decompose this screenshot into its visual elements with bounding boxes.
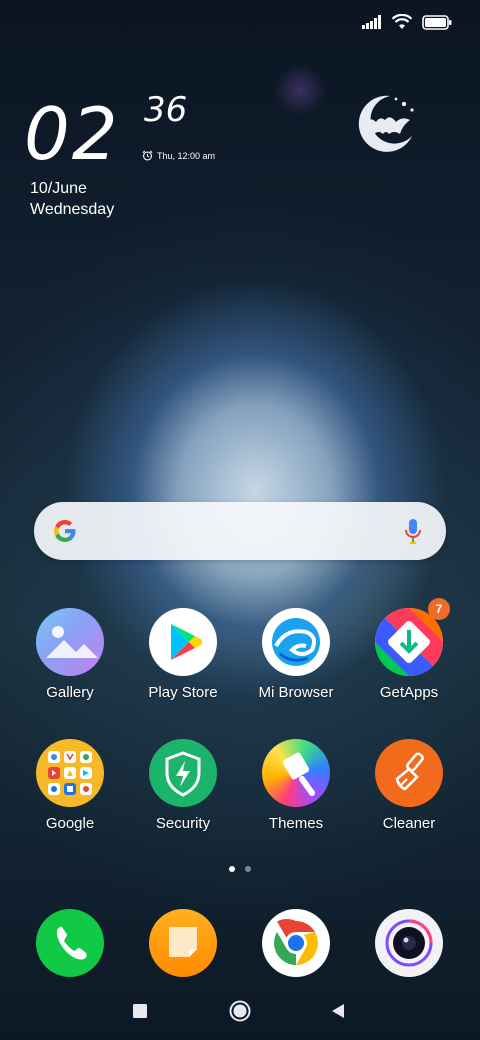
app-getapps[interactable]: GetApps <box>354 608 464 701</box>
themes-icon <box>262 739 330 807</box>
moon-bat-icon <box>358 95 414 152</box>
phone-icon <box>36 909 104 977</box>
circle-icon[interactable] <box>229 1000 251 1022</box>
app-google-folder[interactable]: Google <box>15 739 125 832</box>
app-themes[interactable]: Themes <box>241 739 351 832</box>
battery-icon <box>422 14 452 30</box>
dock-messaging[interactable] <box>128 909 238 977</box>
app-label: Mi Browser <box>258 684 334 701</box>
cleaner-icon <box>375 739 443 807</box>
navigation-bar <box>0 996 480 1026</box>
google-search-bar[interactable] <box>34 502 446 560</box>
alarm-icon <box>142 150 153 161</box>
security-icon <box>149 739 217 807</box>
clock-minutes: 36 <box>144 90 188 130</box>
play-store-icon <box>149 608 217 676</box>
page-dot-active[interactable] <box>229 866 235 872</box>
app-label: GetApps <box>379 684 439 701</box>
mi-browser-icon <box>262 608 330 676</box>
gallery-icon <box>36 608 104 676</box>
weather-widget[interactable] <box>352 90 418 161</box>
page-indicator <box>0 866 480 872</box>
square-icon[interactable] <box>133 1004 147 1018</box>
app-security[interactable]: Security <box>128 739 238 832</box>
google-g-icon <box>54 520 76 542</box>
status-bar <box>362 14 452 30</box>
page-dot[interactable] <box>245 866 251 872</box>
app-label: Gallery <box>46 684 94 701</box>
chrome-icon <box>262 909 330 977</box>
app-cleaner[interactable]: Cleaner <box>354 739 464 832</box>
app-label: Themes <box>268 815 324 832</box>
triangle-icon[interactable] <box>330 1003 346 1019</box>
dock-chrome[interactable] <box>241 909 351 977</box>
app-label: Play Store <box>148 684 218 701</box>
dock-camera[interactable] <box>354 909 464 977</box>
app-label: Cleaner <box>382 815 436 832</box>
app-label: Security <box>155 815 211 832</box>
google-folder-icon <box>36 739 104 807</box>
mic-icon[interactable] <box>404 518 422 546</box>
date-weekday: Wednesday <box>30 201 115 218</box>
messaging-icon <box>149 909 217 977</box>
date-day: 10/June <box>30 180 87 197</box>
alarm-info: Thu, 12:00 am <box>142 150 215 161</box>
app-play-store[interactable]: Play Store <box>128 608 238 701</box>
app-mi-browser[interactable]: Mi Browser <box>241 608 351 701</box>
notification-badge: 7 <box>428 598 450 620</box>
wifi-icon <box>392 14 412 29</box>
camera-icon <box>375 909 443 977</box>
date-block: 10/June Wednesday <box>30 178 114 220</box>
dock-phone[interactable] <box>15 909 125 977</box>
alarm-text: Thu, 12:00 am <box>157 150 216 161</box>
app-label: Google <box>45 815 95 832</box>
clock-hours: 02 <box>24 92 120 176</box>
app-gallery[interactable]: Gallery <box>15 608 125 701</box>
signal-icon <box>362 15 381 29</box>
